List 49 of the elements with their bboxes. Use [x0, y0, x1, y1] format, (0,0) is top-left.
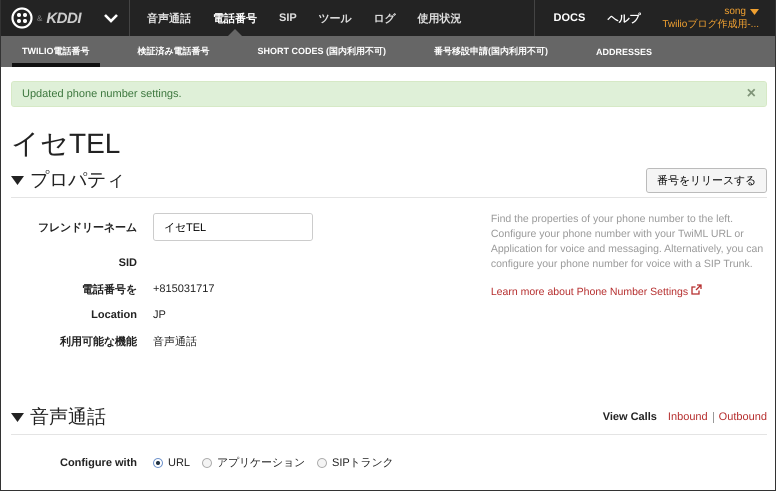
- nav-link[interactable]: ヘルプ: [607, 0, 640, 36]
- calls-link[interactable]: Outbound: [718, 411, 767, 423]
- brand-logo: KDDI: [46, 10, 82, 26]
- friendly-name-field[interactable]: イセTEL: [153, 213, 313, 241]
- nav-tab[interactable]: 電話番号: [213, 0, 257, 36]
- subnav-tab[interactable]: SHORT CODES (国内利用不可): [248, 36, 396, 67]
- page-title: イセTEL: [11, 127, 122, 161]
- subnav-tab[interactable]: 検証済み電話番号: [128, 36, 220, 67]
- collapse-triangle-icon[interactable]: [11, 412, 24, 422]
- external-link-icon[interactable]: [691, 284, 702, 295]
- subnav-tab[interactable]: 番号移設申請(国内利用不可): [424, 36, 558, 67]
- caret-icon[interactable]: [750, 8, 759, 14]
- nav-tab[interactable]: ツール: [318, 0, 352, 36]
- section-heading: プロパティ: [30, 169, 125, 193]
- ampersand: &: [37, 14, 42, 22]
- field-value: +815031717: [153, 283, 214, 295]
- radio-label[interactable]: URL: [168, 456, 190, 468]
- field-label: フレンドリーネーム: [37, 220, 137, 234]
- field-value: 音声通話: [153, 334, 197, 348]
- subnav-tab[interactable]: TWILIO電話番号: [12, 36, 100, 67]
- calls-link[interactable]: Inbound: [668, 411, 708, 423]
- field-label: SID: [118, 257, 137, 269]
- user-name[interactable]: song: [724, 5, 746, 18]
- collapse-triangle-icon[interactable]: [11, 176, 24, 184]
- field-label: Location: [90, 309, 137, 321]
- radio-button[interactable]: [202, 458, 212, 468]
- field-label: 電話番号を: [81, 282, 137, 296]
- release-button[interactable]: 番号をリリースする: [646, 168, 767, 192]
- logo-icon: [11, 7, 33, 29]
- nav-tab[interactable]: 使用状況: [418, 0, 462, 36]
- radio-label[interactable]: アプリケーション: [217, 455, 306, 470]
- help-link[interactable]: Learn more about Phone Number Settings: [490, 286, 688, 298]
- nav-tab[interactable]: SIP: [279, 0, 297, 36]
- nav-link[interactable]: DOCS: [554, 0, 586, 36]
- radio-label[interactable]: SIPトランク: [332, 455, 394, 470]
- chevron-down-icon[interactable]: [103, 13, 120, 23]
- field-label: 利用可能な機能: [58, 334, 137, 348]
- field-value: JP: [153, 309, 166, 321]
- view-calls-label: View Calls: [602, 411, 657, 423]
- nav-tab[interactable]: 音声通話: [147, 0, 191, 36]
- field-label: Configure with: [59, 456, 137, 468]
- help-text: Find the properties of your phone number to the left. Configure your phone number with your TwiML URL or Application for voice and messaging. Alternatively, you can configure your phone number for voice with a SIP Trunk.: [490, 212, 764, 272]
- section-heading: 音声通話: [30, 406, 106, 430]
- alert-message: Updated phone number settings.: [22, 88, 182, 100]
- radio-button[interactable]: [153, 458, 163, 468]
- subnav-tab[interactable]: ADDRESSES: [586, 36, 662, 67]
- radio-button[interactable]: [317, 458, 328, 468]
- account-name[interactable]: Twilioブログ作成用-...: [662, 18, 759, 31]
- nav-tab[interactable]: ログ: [374, 0, 396, 36]
